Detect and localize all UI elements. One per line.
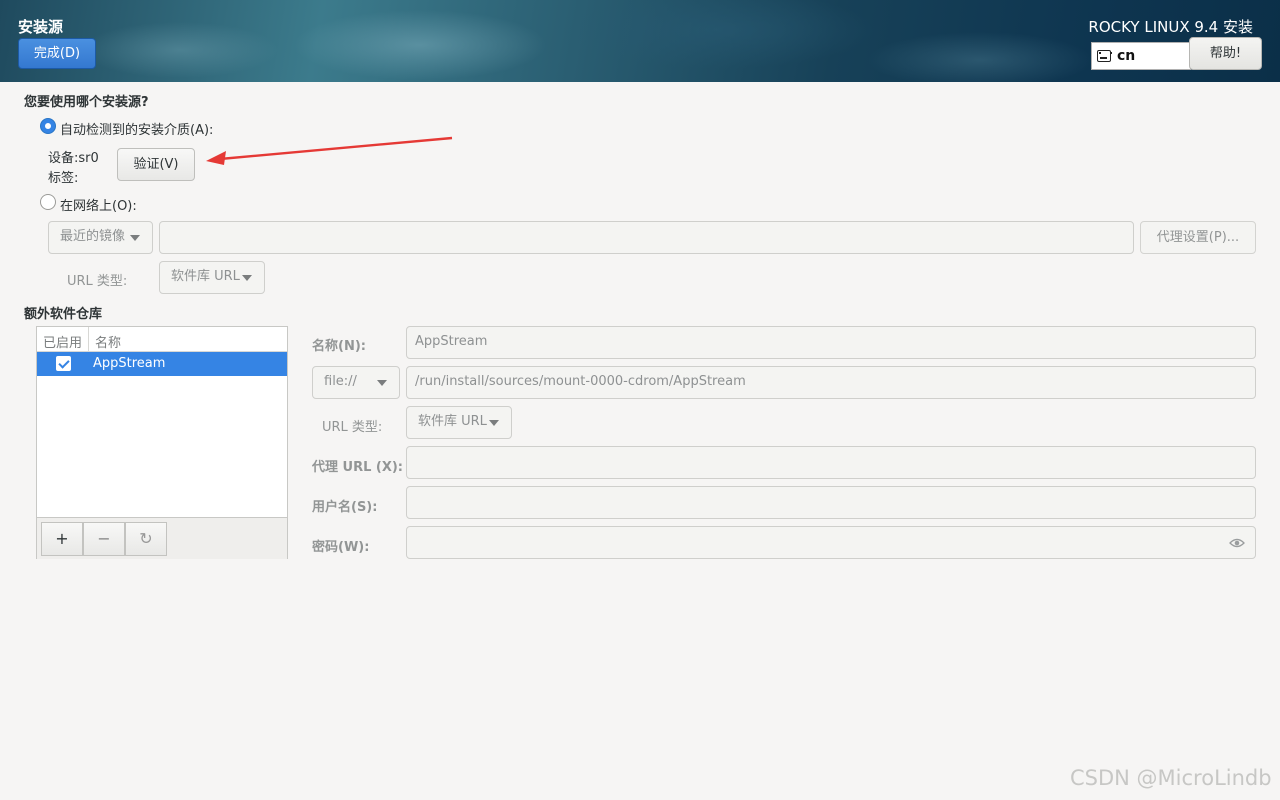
repo-toolbar: + − ↻ [37, 517, 287, 559]
source-question: 您要使用哪个安装源? [24, 95, 149, 110]
mirror-combo[interactable]: 最近的镜像 [48, 221, 153, 254]
url-type-label: URL 类型: [67, 274, 128, 289]
chevron-down-icon [377, 380, 387, 386]
auto-detect-radio[interactable] [40, 118, 56, 134]
network-label: 在网络上(O): [60, 199, 137, 214]
repo-name-label: 名称(N): [312, 339, 366, 354]
chevron-down-icon [242, 275, 252, 281]
auto-detect-label: 自动检测到的安装介质(A): [60, 123, 214, 138]
column-name[interactable]: 名称 [95, 332, 121, 351]
url-type-combo[interactable]: 软件库 URL [159, 261, 265, 294]
verify-button[interactable]: 验证(V) [117, 148, 195, 181]
repo-list-header: 已启用 名称 [37, 327, 287, 352]
repo-enabled-checkbox[interactable] [56, 356, 71, 371]
url-type-combo-value: 软件库 URL [171, 269, 240, 284]
eye-icon[interactable] [1229, 536, 1245, 550]
device-label-text: 设备: [48, 151, 79, 166]
header-bar: 安装源 完成(D) ROCKY LINUX 9.4 安装 cn 帮助! [0, 0, 1280, 82]
device-value: sr0 [78, 151, 99, 166]
keyboard-layout-label: cn [1117, 48, 1136, 64]
remove-repo-button[interactable]: − [83, 522, 125, 556]
column-enabled[interactable]: 已启用 [43, 332, 82, 351]
repo-protocol-combo[interactable]: file:// [312, 366, 400, 399]
chevron-down-icon [489, 420, 499, 426]
proxy-url-input[interactable] [406, 446, 1256, 479]
mirror-combo-value: 最近的镜像 [60, 229, 126, 244]
password-input[interactable] [406, 526, 1256, 559]
repo-name: AppStream [93, 356, 166, 371]
proxy-url-label: 代理 URL (X): [312, 460, 404, 475]
chevron-down-icon [130, 235, 140, 241]
repo-url-type-label: URL 类型: [322, 420, 383, 435]
keyboard-layout-indicator[interactable]: cn [1091, 42, 1191, 70]
repo-url-type-combo[interactable]: 软件库 URL [406, 406, 512, 439]
device-label: 设备:sr0 [48, 147, 99, 166]
username-input[interactable] [406, 486, 1256, 519]
page-title: 安装源 [18, 18, 64, 36]
repo-path-input[interactable]: /run/install/sources/mount-0000-cdrom/Ap… [406, 366, 1256, 399]
annotation-arrow [206, 136, 453, 165]
password-label: 密码(W): [312, 540, 370, 555]
repo-name-input[interactable]: AppStream [406, 326, 1256, 359]
refresh-repo-button[interactable]: ↻ [125, 522, 167, 556]
table-row[interactable]: AppStream [37, 352, 287, 376]
media-label-label: 标签: [48, 171, 79, 186]
add-repo-button[interactable]: + [41, 522, 83, 556]
watermark: CSDN @MicroLindb [1070, 766, 1272, 790]
keyboard-icon [1097, 50, 1112, 62]
repo-url-type-value: 软件库 URL [418, 414, 487, 429]
product-title: ROCKY LINUX 9.4 安装 [1088, 18, 1253, 36]
extra-repos-title: 额外软件仓库 [24, 307, 103, 322]
network-radio[interactable] [40, 194, 56, 210]
repo-protocol-value: file:// [324, 374, 357, 389]
done-button[interactable]: 完成(D) [18, 38, 96, 69]
network-url-input[interactable] [159, 221, 1134, 254]
username-label: 用户名(S): [312, 500, 378, 515]
column-separator [88, 327, 89, 352]
proxy-settings-button[interactable]: 代理设置(P)... [1140, 221, 1256, 254]
repo-list: 已启用 名称 AppStream + − ↻ [36, 326, 288, 559]
help-button[interactable]: 帮助! [1189, 37, 1262, 70]
